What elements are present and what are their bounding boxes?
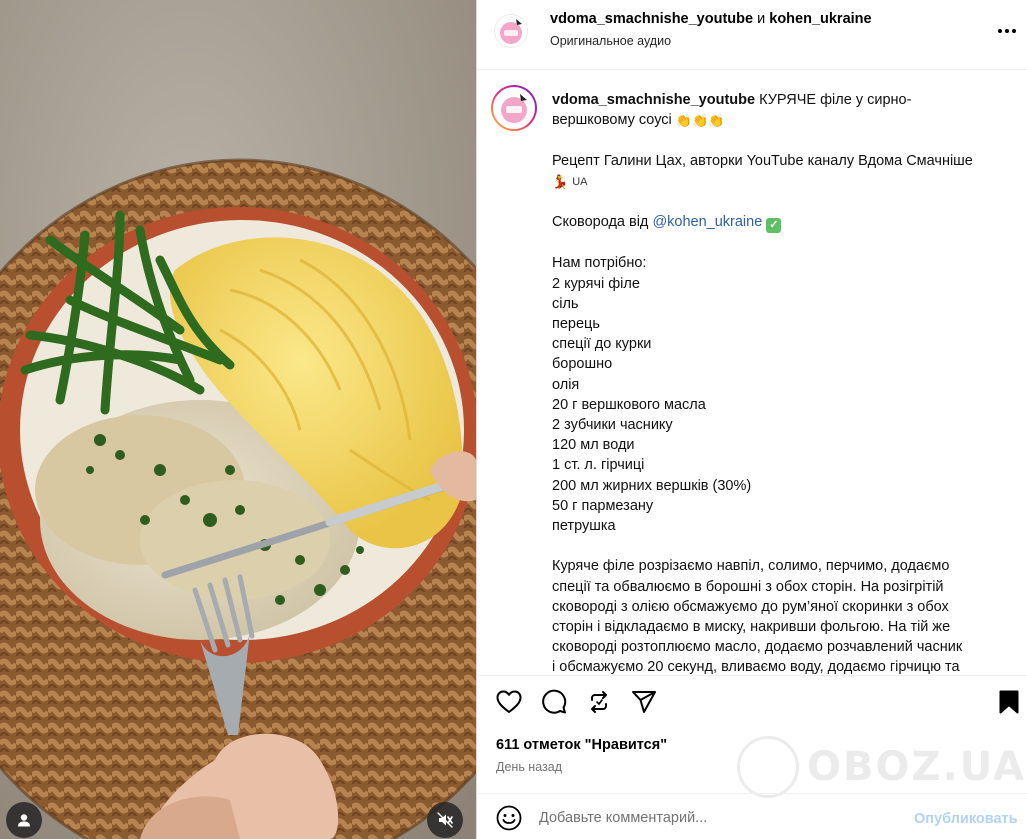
save-button[interactable] (994, 689, 1024, 719)
dancer-emoji: 💃 (552, 173, 569, 189)
caption-pan-prefix: Сковорода від (552, 214, 649, 231)
post-header: vdoma_smachnishe_youtube и kohen_ukraine… (477, 0, 1027, 70)
bookmark-icon (999, 690, 1019, 719)
comment-bar: Опубликовать (477, 793, 1027, 839)
comment-button[interactable] (539, 689, 569, 719)
ingredient-item: 1 ст. л. гірчиці (552, 457, 645, 474)
caption-author-avatar[interactable] (491, 85, 537, 131)
heart-icon (496, 690, 522, 719)
post-timestamp[interactable]: День назад (496, 760, 562, 774)
ingredient-item: олія (552, 376, 580, 393)
ingredient-item: борошно (552, 356, 613, 373)
caption-recipe-by: Рецепт Галини Цах, авторки YouTube канал… (552, 152, 973, 169)
emoji-picker-button[interactable] (496, 805, 522, 831)
more-options-button[interactable] (995, 20, 1019, 40)
caption-title-line2: вершковому соусі (552, 112, 672, 129)
ingredient-item: 2 курячі філе (552, 275, 640, 292)
post-media[interactable] (0, 0, 476, 839)
ingredient-item: 20 г вершкового масла (552, 396, 706, 413)
post-caption: vdoma_smachnishe_youtube КУРЯЧЕ філе у с… (552, 90, 1012, 675)
publish-button[interactable]: Опубликовать (914, 811, 1018, 827)
mention-link[interactable]: @kohen_ukraine (652, 214, 762, 230)
ingredient-item: 120 мл води (552, 437, 635, 454)
caption-scroll-area[interactable]: vdoma_smachnishe_youtube КУРЯЧЕ філе у с… (477, 71, 1027, 675)
repost-icon (587, 690, 611, 719)
speaker-muted-icon (437, 812, 453, 828)
ingredient-item: 50 г пармезану (552, 497, 654, 514)
tagged-users-button[interactable] (6, 802, 42, 838)
mute-button[interactable] (427, 802, 463, 838)
collaborator-link[interactable]: kohen_ukraine (769, 11, 871, 27)
smiley-icon (496, 805, 522, 835)
author-joiner: и (757, 11, 766, 27)
ua-flag-text: UA (572, 175, 588, 188)
ingredients-title: Нам потрібно: (552, 255, 647, 272)
more-horizontal-icon (997, 21, 1017, 39)
send-icon (631, 690, 657, 719)
step-line: сторін і відкладаємо в миску, накривши ф… (552, 619, 951, 636)
like-button[interactable] (494, 689, 524, 719)
watermark-text: OBOZ.UA (807, 744, 1026, 790)
post-authors: vdoma_smachnishe_youtube и kohen_ukraine (550, 11, 872, 27)
author-link[interactable]: vdoma_smachnishe_youtube (550, 11, 753, 27)
food-photo (0, 0, 476, 839)
caption-title-line1: КУРЯЧЕ філе у сирно- (759, 92, 912, 108)
ingredient-item: петрушка (552, 518, 616, 535)
author-avatar[interactable] (494, 14, 528, 48)
step-line: сковороді розтоплюємо масло, додаємо роз… (552, 639, 963, 656)
post-actions: 611 отметок "Нравится" День назад OBOZ.U… (477, 675, 1027, 798)
clap-emoji: 👏👏👏 (675, 113, 725, 129)
comment-input[interactable] (539, 805, 839, 831)
step-line: спеції та обвалюємо в борошні з обох сто… (552, 578, 944, 595)
caption-author-link[interactable]: vdoma_smachnishe_youtube (552, 92, 755, 108)
ingredient-item: сіль (552, 295, 579, 312)
share-button[interactable] (629, 689, 659, 719)
repost-button[interactable] (584, 689, 614, 719)
step-line: сковороді з олією обсмажуємо до рум’яної… (552, 598, 949, 615)
audio-link[interactable]: Оригинальное аудио (550, 34, 671, 48)
post-detail-panel: vdoma_smachnishe_youtube и kohen_ukraine… (476, 0, 1027, 839)
check-mark-icon: ✓ (766, 218, 782, 234)
step-line: і обсмажуємо 20 секунд, вливаємо воду, д… (552, 659, 960, 675)
ingredient-item: спеції до курки (552, 336, 652, 353)
ingredient-item: перець (552, 315, 600, 332)
comment-icon (541, 689, 567, 720)
step-line: Куряче філе розрізаємо навпіл, солимо, п… (552, 558, 950, 575)
likes-count[interactable]: 611 отметок "Нравится" (496, 737, 667, 753)
ingredient-item: 2 зубчики часнику (552, 417, 673, 433)
user-icon (17, 813, 31, 827)
ingredient-item: 200 мл жирних вершків (30%) (552, 477, 752, 494)
